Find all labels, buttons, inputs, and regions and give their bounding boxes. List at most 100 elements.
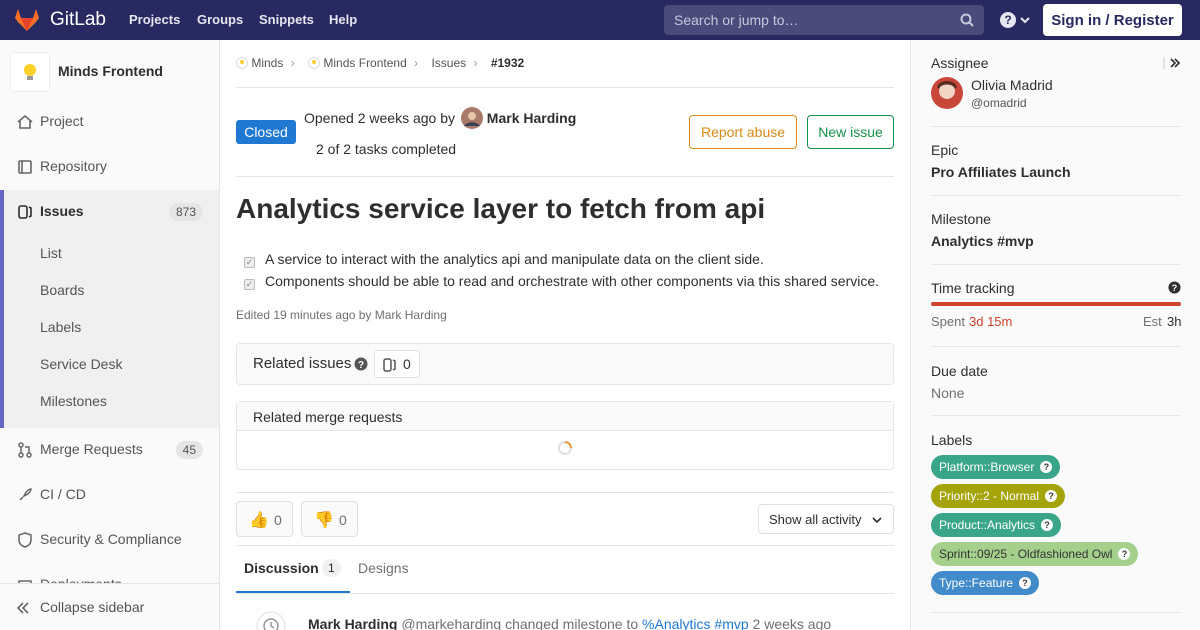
tab-discussion[interactable]: Discussion 1 bbox=[236, 550, 350, 593]
label-badge[interactable]: Sprint::09/25 - Oldfashioned Owl? bbox=[931, 542, 1139, 566]
milestone-title: Milestone bbox=[931, 211, 991, 227]
author-avatar[interactable] bbox=[460, 107, 483, 129]
divider bbox=[931, 346, 1181, 347]
sidebar-item-issues[interactable]: Issues 873 bbox=[0, 190, 219, 234]
issue-meta: Opened 2 weeks ago by Mark Harding bbox=[304, 107, 576, 129]
search-icon[interactable] bbox=[960, 13, 974, 27]
activity-handle[interactable]: @markeharding bbox=[401, 616, 501, 630]
edited-note: Edited 19 minutes ago by Mark Harding bbox=[236, 308, 447, 322]
show-activity-dropdown[interactable]: Show all activity bbox=[758, 504, 894, 534]
related-mrs-title: Related merge requests bbox=[253, 409, 403, 425]
breadcrumb-minds-frontend[interactable]: Minds Frontend bbox=[323, 56, 406, 70]
project-header[interactable]: Minds Frontend bbox=[10, 52, 210, 92]
milestone-value[interactable]: Analytics #mvp bbox=[931, 233, 1034, 249]
help-dropdown-icon[interactable]: ? bbox=[1000, 11, 1034, 29]
sidebar-item-merge-requests[interactable]: Merge Requests 45 bbox=[0, 428, 219, 472]
question-icon[interactable]: ? bbox=[1040, 461, 1053, 473]
related-issues-count-button[interactable]: 0 bbox=[374, 350, 420, 378]
thumbs-down-count: 0 bbox=[339, 512, 347, 528]
sidebar-sub-list[interactable]: List bbox=[40, 245, 62, 261]
sidebar-item-label: CI / CD bbox=[40, 486, 86, 502]
collapse-right-sidebar-icon[interactable] bbox=[1163, 56, 1181, 70]
issue-title: Analytics service layer to fetch from ap… bbox=[236, 193, 766, 224]
question-icon[interactable]: ? bbox=[1019, 577, 1032, 589]
task-text: A service to interact with the analytics… bbox=[265, 251, 764, 267]
tasks-completed: 2 of 2 tasks completed bbox=[316, 141, 457, 157]
label-badge[interactable]: Product::Analytics? bbox=[931, 513, 1062, 537]
activity-milestone-link[interactable]: %Analytics #mvp bbox=[642, 616, 749, 630]
collapse-sidebar-label: Collapse sidebar bbox=[40, 599, 145, 615]
sidebar-item-repository[interactable]: Repository bbox=[0, 145, 219, 189]
label-badge[interactable]: Platform::Browser? bbox=[931, 455, 1061, 479]
question-icon[interactable]: ? bbox=[1168, 281, 1181, 294]
author-name[interactable]: Mark Harding bbox=[487, 110, 576, 126]
epic-value[interactable]: Pro Affiliates Launch bbox=[931, 164, 1071, 180]
collapse-sidebar-button[interactable]: Collapse sidebar bbox=[0, 583, 219, 630]
task-checkbox[interactable]: ✓ bbox=[244, 279, 255, 290]
question-icon[interactable]: ? bbox=[1118, 548, 1131, 560]
assignee-handle: @omadrid bbox=[971, 96, 1027, 110]
nav-snippets[interactable]: Snippets bbox=[259, 12, 314, 27]
breadcrumb-issues[interactable]: Issues bbox=[431, 56, 466, 70]
merge-request-icon bbox=[18, 442, 32, 458]
chevron-down-icon bbox=[872, 517, 882, 524]
question-icon[interactable]: ? bbox=[354, 357, 368, 371]
gitlab-logo-icon[interactable] bbox=[14, 8, 40, 32]
task-text: Components should be able to read and or… bbox=[265, 273, 880, 289]
gitlab-brand[interactable]: GitLab bbox=[50, 9, 106, 31]
label-badge[interactable]: Type::Feature? bbox=[931, 571, 1040, 595]
book-icon bbox=[18, 160, 32, 174]
estimate-value: 3h bbox=[1167, 314, 1182, 329]
show-activity-label: Show all activity bbox=[769, 512, 862, 527]
nav-help[interactable]: Help bbox=[329, 12, 357, 27]
tab-designs[interactable]: Designs bbox=[358, 560, 409, 576]
search-input[interactable] bbox=[664, 5, 954, 35]
question-icon[interactable]: ? bbox=[1041, 519, 1054, 531]
breadcrumb-sep: › bbox=[290, 56, 295, 70]
due-date-title: Due date bbox=[931, 363, 988, 379]
breadcrumb-issue-id[interactable]: #1932 bbox=[491, 56, 524, 70]
sidebar-sub-service-desk[interactable]: Service Desk bbox=[40, 356, 122, 372]
thumbs-down-button[interactable]: 👎 0 bbox=[301, 501, 358, 537]
question-icon[interactable]: ? bbox=[1045, 490, 1058, 502]
sidebar-item-security[interactable]: Security & Compliance bbox=[0, 518, 219, 562]
assignee-avatar[interactable] bbox=[931, 77, 963, 109]
task-checkbox[interactable]: ✓ bbox=[244, 257, 255, 268]
sidebar-sub-boards[interactable]: Boards bbox=[40, 282, 84, 298]
issues-icon bbox=[18, 205, 32, 219]
minds-frontend-avatar-icon bbox=[308, 57, 321, 69]
breadcrumb-sep: › bbox=[473, 56, 478, 70]
label-badge[interactable]: Priority::2 - Normal? bbox=[931, 484, 1066, 508]
report-abuse-button[interactable]: Report abuse bbox=[689, 115, 797, 149]
clock-icon bbox=[256, 611, 286, 630]
thumbs-up-button[interactable]: 👍 0 bbox=[236, 501, 293, 537]
nav-groups[interactable]: Groups bbox=[197, 12, 243, 27]
sign-in-button[interactable]: Sign in / Register bbox=[1043, 4, 1182, 36]
sidebar-item-label: Project bbox=[40, 113, 84, 129]
activity-author[interactable]: Mark Harding bbox=[308, 616, 397, 630]
lightbulb-icon bbox=[24, 64, 36, 80]
sidebar-item-label: Merge Requests bbox=[40, 441, 143, 457]
new-issue-button[interactable]: New issue bbox=[807, 115, 894, 149]
sidebar-item-project[interactable]: Project bbox=[0, 100, 219, 144]
minds-avatar-icon bbox=[236, 57, 248, 69]
divider bbox=[931, 415, 1181, 416]
divider bbox=[236, 176, 894, 177]
sidebar-item-ci-cd[interactable]: CI / CD bbox=[0, 473, 219, 517]
svg-text:?: ? bbox=[1004, 13, 1011, 27]
assignee-title: Assignee bbox=[931, 55, 989, 71]
related-mrs-card: Related merge requests bbox=[236, 401, 894, 470]
divider bbox=[931, 612, 1181, 613]
breadcrumb-minds[interactable]: Minds bbox=[251, 56, 283, 70]
thumbs-up-count: 0 bbox=[274, 512, 282, 528]
sidebar-sub-labels[interactable]: Labels bbox=[40, 319, 81, 335]
nav-projects[interactable]: Projects bbox=[129, 12, 180, 27]
right-sidebar: Assignee Olivia Madrid @omadrid Epic Pro… bbox=[910, 40, 1200, 630]
divider bbox=[236, 87, 894, 88]
thumbs-up-icon: 👍 bbox=[249, 512, 269, 529]
related-issues-card: Related issues ? 0 bbox=[236, 343, 894, 385]
svg-text:?: ? bbox=[1172, 283, 1178, 293]
sidebar-sub-milestones[interactable]: Milestones bbox=[40, 393, 107, 409]
assignee-name[interactable]: Olivia Madrid bbox=[971, 77, 1053, 93]
label-text: Priority::2 - Normal bbox=[939, 489, 1040, 503]
